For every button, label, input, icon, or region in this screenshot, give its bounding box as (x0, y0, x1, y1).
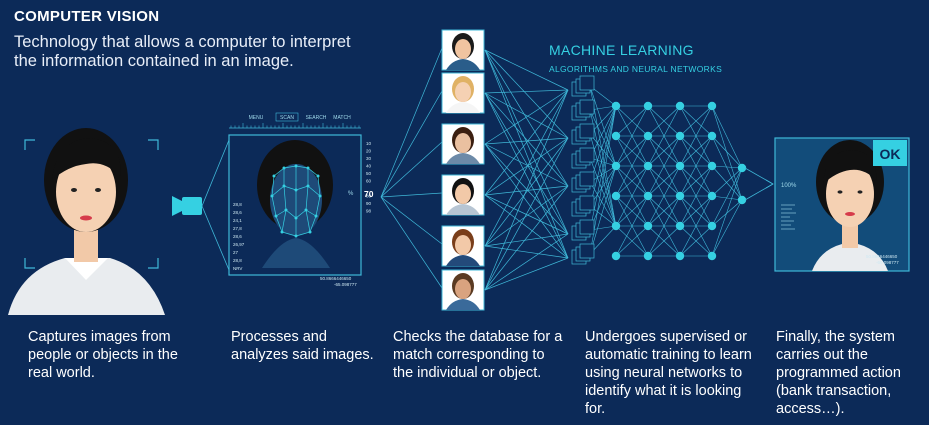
step-2-caption: Processes and analyzes said images. (231, 329, 374, 363)
step-5-caption: Finally, the system carries out the prog… (776, 329, 901, 417)
network-node (675, 251, 685, 261)
database-portrait (441, 174, 485, 216)
network-layer-stacks (571, 75, 595, 265)
network-node (737, 163, 747, 173)
result-panel: OK 100% 50.8666446650 -65.098777 (774, 137, 910, 272)
scanner-right-value: 98 (366, 209, 372, 214)
scanner-left-value: 27 (233, 250, 239, 255)
network-node (643, 251, 653, 261)
scanner-percent: % (348, 191, 354, 197)
scanner-left-value: 24,1 (233, 218, 242, 223)
network-node (707, 101, 717, 111)
network-node (643, 161, 653, 171)
ok-label: OK (880, 146, 901, 162)
scanner-right-value: 60 (366, 179, 372, 184)
database-portrait (441, 269, 485, 311)
network-node (643, 101, 653, 111)
scanner-right-value: 90 (366, 201, 372, 206)
scanner-panel: MENU SCAN SEARCH MATCH 28,8 28,6 24,1 27,8 28,6… (228, 112, 374, 287)
network-node (675, 161, 685, 171)
scanner-coord-1: 50.8666446650 (320, 276, 352, 281)
scanner-left-value: 28,6 (233, 234, 242, 239)
scanner-left-value: 26,97 (233, 242, 245, 247)
result-coord-2: -65.098777 (876, 260, 899, 265)
database-portraits (441, 29, 485, 311)
scanner-right-value: 20 (366, 149, 372, 154)
network-node (611, 131, 621, 141)
captured-person (8, 128, 165, 315)
camera-icon (172, 196, 202, 216)
scanner-menu-item: SEARCH (306, 115, 327, 121)
network-node (707, 221, 717, 231)
result-coord-1: 50.8666446650 (866, 254, 898, 259)
output-arrow (744, 167, 774, 201)
network-node (675, 221, 685, 231)
network-node (611, 191, 621, 201)
database-portrait (441, 29, 485, 71)
database-portrait (441, 72, 485, 114)
scanner-left-value: 28,8 (233, 202, 242, 207)
scanner-menu-item: MATCH (333, 115, 351, 121)
step-4-caption: Undergoes supervised or automatic traini… (585, 329, 752, 417)
database-portrait (441, 225, 485, 267)
network-node (611, 101, 621, 111)
result-percent: 100% (781, 183, 797, 189)
scanner-left-value: 27,8 (233, 226, 242, 231)
scanner-coord-2: -65.098777 (334, 282, 357, 287)
scanner-left-value: 28,8 (233, 258, 242, 263)
step-3-caption: Checks the database for a match correspo… (393, 329, 563, 381)
scanner-menu-item: SCAN (280, 115, 294, 121)
network-node (611, 221, 621, 231)
step-1-caption: Captures images from people or objects i… (28, 329, 178, 381)
network-node (707, 131, 717, 141)
network-node (675, 101, 685, 111)
network-connections (589, 85, 743, 257)
scanner-highlight-value: 70 (364, 189, 374, 199)
database-portrait (441, 123, 485, 165)
network-node (611, 161, 621, 171)
scanner-left-value: 28,6 (233, 210, 242, 215)
network-node (707, 191, 717, 201)
network-node (707, 251, 717, 261)
camera-lines (201, 139, 230, 271)
network-node (643, 191, 653, 201)
network-node (707, 161, 717, 171)
scanner-right-value: 40 (366, 164, 372, 169)
network-node (643, 221, 653, 231)
scanner-right-value: 50 (366, 171, 372, 176)
scanner-right-value: 10 (366, 141, 372, 146)
network-node (737, 195, 747, 205)
network-node (611, 251, 621, 261)
network-node (675, 131, 685, 141)
scanner-right-value: 30 (366, 156, 372, 161)
scanner-menu-item: MENU (249, 115, 264, 121)
scanner-left-value: NRV (233, 266, 242, 271)
network-node (675, 191, 685, 201)
network-node (643, 131, 653, 141)
